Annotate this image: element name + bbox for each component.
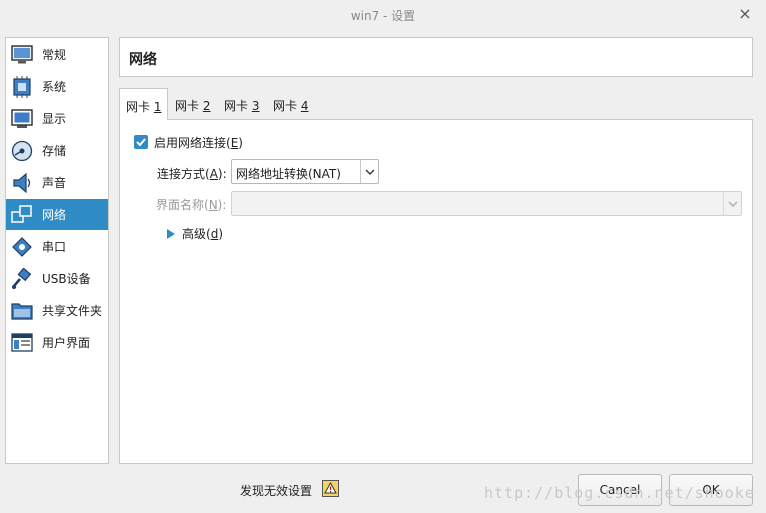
warning-icon[interactable] — [322, 480, 339, 497]
storage-disk-icon — [11, 140, 33, 162]
sidebar-item-general[interactable]: 常规 — [6, 39, 108, 70]
label-text: ): — [217, 167, 227, 181]
sidebar-item-storage[interactable]: 存储 — [6, 135, 108, 166]
dialog-footer: 发现无效设置 Cancel OK http://blog.csdn.net/sh… — [0, 470, 766, 513]
tab-adapter-2[interactable]: 网卡 2 — [169, 88, 216, 119]
enable-network-checkbox[interactable] — [134, 135, 148, 149]
enable-network-label: 启用网络连接(E) — [154, 134, 243, 151]
sidebar-item-label: 系统 — [42, 80, 67, 94]
interface-name-select[interactable] — [231, 191, 742, 216]
close-icon: × — [738, 4, 752, 23]
interface-name-label: 界面名称(N): — [156, 196, 226, 213]
mnemonic: d — [210, 226, 219, 241]
label-text: ) — [238, 136, 243, 150]
ok-button[interactable]: OK — [669, 474, 753, 506]
label-text: 连接方式( — [157, 167, 210, 181]
sidebar-item-label: 网络 — [42, 208, 67, 222]
attached-to-select[interactable]: 网络地址转换(NAT) — [231, 159, 379, 184]
usb-icon — [11, 267, 33, 290]
tab-label: 网卡 — [224, 99, 249, 113]
check-icon — [136, 138, 146, 147]
sidebar-item-network[interactable]: 网络 — [6, 199, 108, 230]
sidebar-item-label: USB设备 — [42, 272, 91, 286]
speaker-icon — [11, 172, 33, 194]
general-icon — [11, 44, 33, 66]
cancel-button[interactable]: Cancel — [578, 474, 662, 506]
shared-folder-icon — [11, 300, 33, 322]
serial-port-icon — [11, 236, 33, 258]
sidebar-item-shared-folders[interactable]: 共享文件夹 — [6, 295, 108, 326]
tab-number: 4 — [300, 99, 309, 113]
attached-to-label: 连接方式(A): — [157, 165, 227, 182]
chevron-down-icon — [723, 192, 741, 215]
mnemonic: N — [208, 198, 218, 212]
sidebar-item-audio[interactable]: 声音 — [6, 167, 108, 198]
tab-label: 网卡 — [273, 99, 298, 113]
system-chip-icon — [11, 75, 33, 98]
tab-number: 3 — [251, 99, 260, 113]
label-text: ): — [217, 198, 227, 212]
invalid-settings-label: 发现无效设置 — [240, 484, 313, 498]
adapter-panel: 启用网络连接(E) 连接方式(A): 网络地址转换(NAT) 界面名称(N): … — [119, 119, 753, 464]
tab-adapter-1[interactable]: 网卡 1 — [119, 88, 169, 120]
expand-triangle-icon — [167, 228, 175, 239]
sidebar-item-serial[interactable]: 串口 — [6, 231, 108, 262]
page-header: 网络 — [119, 37, 753, 77]
sidebar-item-label: 共享文件夹 — [42, 304, 103, 318]
sidebar-item-user-interface[interactable]: 用户界面 — [6, 327, 108, 358]
label-text: 界面名称( — [156, 198, 209, 212]
sidebar-item-system[interactable]: 系统 — [6, 71, 108, 102]
sidebar-item-label: 存储 — [42, 144, 67, 158]
display-monitor-icon — [11, 108, 33, 130]
sidebar-item-label: 声音 — [42, 176, 67, 190]
tab-label: 网卡 — [175, 99, 200, 113]
advanced-toggle[interactable]: 高级(d) — [166, 225, 223, 242]
sidebar-item-label: 常规 — [42, 48, 67, 62]
network-icon — [11, 204, 33, 226]
sidebar-item-label: 用户界面 — [42, 336, 91, 350]
page-title: 网络 — [129, 52, 157, 68]
tab-number: 1 — [153, 100, 162, 114]
chevron-down-icon — [360, 160, 378, 183]
tab-label: 网卡 — [126, 100, 151, 114]
tab-number: 2 — [202, 99, 211, 113]
user-interface-icon — [11, 332, 33, 354]
label-text: 启用网络连接( — [154, 136, 231, 150]
sidebar-item-display[interactable]: 显示 — [6, 103, 108, 134]
window-title: win7 - 设置 — [350, 9, 416, 23]
close-button[interactable]: × — [736, 5, 754, 23]
settings-sidebar: 常规 系统 显示 存储 声音 网络 串口 USB设备 共享文件夹 用户界面 — [5, 37, 109, 464]
attached-to-value: 网络地址转换(NAT) — [236, 167, 341, 181]
label-text: 高级( — [182, 227, 211, 241]
title-bar: win7 - 设置 × — [0, 0, 766, 30]
tab-adapter-3[interactable]: 网卡 3 — [218, 88, 265, 119]
sidebar-item-label: 串口 — [42, 240, 67, 254]
tab-adapter-4[interactable]: 网卡 4 — [267, 88, 314, 119]
sidebar-item-usb[interactable]: USB设备 — [6, 263, 108, 294]
label-text: ) — [218, 226, 223, 241]
mnemonic: A — [209, 167, 218, 181]
sidebar-item-label: 显示 — [42, 112, 67, 126]
